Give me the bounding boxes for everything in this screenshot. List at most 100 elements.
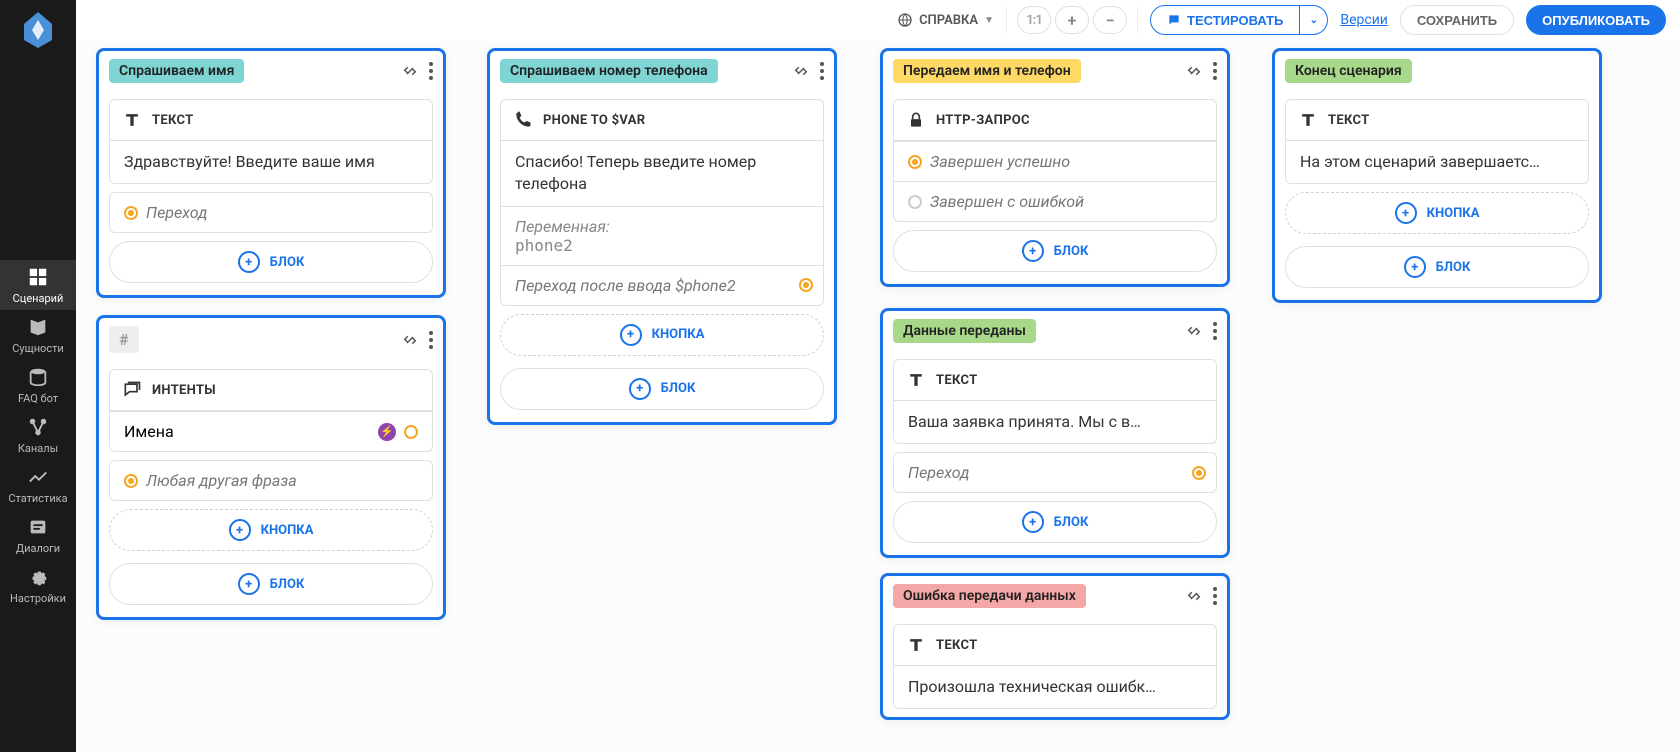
- nav-channels[interactable]: Каналы: [0, 410, 76, 460]
- dialogs-icon: [27, 516, 49, 538]
- add-block-button[interactable]: +БЛОК: [893, 501, 1217, 543]
- publish-button[interactable]: ОПУБЛИКОВАТЬ: [1526, 5, 1666, 35]
- book-icon: [27, 316, 49, 338]
- more-icon[interactable]: [1213, 322, 1217, 340]
- plus-icon: +: [1022, 240, 1044, 262]
- add-block-button[interactable]: +БЛОК: [109, 241, 433, 283]
- link-icon[interactable]: [401, 331, 419, 349]
- link-icon[interactable]: [792, 62, 810, 80]
- card-title-placeholder[interactable]: #: [109, 326, 139, 353]
- port-icon[interactable]: [124, 206, 138, 220]
- nav-label: Настройки: [10, 592, 66, 605]
- intents-icon: [122, 380, 142, 400]
- add-button-button[interactable]: +КНОПКА: [500, 314, 824, 356]
- card-title[interactable]: Спрашиваем имя: [109, 59, 244, 83]
- link-icon[interactable]: [1185, 322, 1203, 340]
- sidebar: Сценарий Сущности FAQ бот Каналы Статист…: [0, 0, 76, 752]
- add-button-button[interactable]: +КНОПКА: [1285, 192, 1589, 234]
- card-intents[interactable]: # ИНТЕНТЫ Имена ⚡ Любая другая фраза +КН…: [96, 315, 446, 620]
- nav-stats[interactable]: Статистика: [0, 460, 76, 510]
- var-name: phone2: [515, 236, 809, 255]
- add-block-button[interactable]: +БЛОК: [1285, 246, 1589, 288]
- more-icon[interactable]: [429, 62, 433, 80]
- card-title[interactable]: Спрашиваем номер телефона: [500, 59, 718, 83]
- topbar: СПРАВКА ▼ 1:1 + − ТЕСТИРОВАТЬ ⌄ Версии С…: [76, 0, 1680, 40]
- nav-label: Каналы: [18, 442, 58, 455]
- chevron-down-icon: ⌄: [1310, 15, 1318, 26]
- text-content: Произошла техническая ошибк…: [894, 666, 1216, 708]
- add-block-button[interactable]: +БЛОК: [109, 563, 433, 605]
- more-icon[interactable]: [429, 331, 433, 349]
- card-title[interactable]: Данные переданы: [893, 319, 1036, 343]
- text-block[interactable]: ТЕКСТ Ваша заявка принята. Мы с в…: [893, 359, 1217, 444]
- nav-scenario[interactable]: Сценарий: [0, 260, 76, 310]
- add-block-button[interactable]: +БЛОК: [500, 368, 824, 410]
- plus-icon: +: [1404, 256, 1426, 278]
- nav-settings[interactable]: Настройки: [0, 560, 76, 610]
- link-icon[interactable]: [1185, 587, 1203, 605]
- nav-faq[interactable]: FAQ бот: [0, 360, 76, 410]
- card-send-data[interactable]: Передаем имя и телефон HTTP-ЗАПРОС Завер…: [880, 48, 1230, 287]
- help-menu[interactable]: СПРАВКА ▼: [897, 12, 994, 28]
- card-title[interactable]: Ошибка передачи данных: [893, 584, 1086, 608]
- stats-icon: [27, 466, 49, 488]
- zoom-out-button[interactable]: −: [1093, 6, 1127, 34]
- test-button[interactable]: ТЕСТИРОВАТЬ: [1150, 5, 1300, 35]
- text-block[interactable]: ТЕКСТ Здравствуйте! Введите ваше имя: [109, 99, 433, 184]
- database-icon: [27, 366, 49, 388]
- card-error[interactable]: Ошибка передачи данных ТЕКСТ Произошла т…: [880, 573, 1230, 720]
- more-icon[interactable]: [1213, 62, 1217, 80]
- plus-icon: +: [238, 251, 260, 273]
- text-block[interactable]: ТЕКСТ Произошла техническая ошибк…: [893, 624, 1217, 709]
- save-button[interactable]: СОХРАНИТЬ: [1400, 5, 1514, 35]
- more-icon[interactable]: [820, 62, 824, 80]
- port-icon[interactable]: [799, 278, 813, 292]
- text-content: Здравствуйте! Введите ваше имя: [110, 141, 432, 183]
- card-title[interactable]: Конец сценария: [1285, 59, 1412, 83]
- nav-entities[interactable]: Сущности: [0, 310, 76, 360]
- text-icon: [906, 370, 926, 390]
- port-icon[interactable]: [908, 195, 922, 209]
- zoom-in-button[interactable]: +: [1055, 6, 1089, 34]
- add-button-button[interactable]: +КНОПКА: [109, 509, 433, 551]
- zoom-reset-button[interactable]: 1:1: [1017, 6, 1051, 34]
- gear-icon: [27, 566, 49, 588]
- lock-icon: [906, 110, 926, 130]
- plus-icon: +: [238, 573, 260, 595]
- text-icon: [122, 110, 142, 130]
- port-icon[interactable]: [404, 425, 418, 439]
- zoom-controls: 1:1 + −: [1006, 6, 1138, 34]
- test-dropdown-button[interactable]: ⌄: [1300, 5, 1328, 35]
- link-icon[interactable]: [1185, 62, 1203, 80]
- card-end[interactable]: Конец сценария ТЕКСТ На этом сценарий за…: [1272, 48, 1602, 303]
- add-block-button[interactable]: +БЛОК: [893, 230, 1217, 272]
- phone-block[interactable]: PHONE TO $VAR Спасибо! Теперь введите но…: [500, 99, 824, 306]
- success-row[interactable]: Завершен успешно: [894, 141, 1216, 181]
- port-icon[interactable]: [908, 155, 922, 169]
- intents-block[interactable]: ИНТЕНТЫ Имена ⚡: [109, 369, 433, 452]
- port-icon[interactable]: [124, 474, 138, 488]
- http-block[interactable]: HTTP-ЗАПРОС Завершен успешно Завершен с …: [893, 99, 1217, 222]
- card-data-sent[interactable]: Данные переданы ТЕКСТ Ваша заявка принят…: [880, 308, 1230, 558]
- error-row[interactable]: Завершен с ошибкой: [894, 181, 1216, 221]
- text-block[interactable]: ТЕКСТ На этом сценарий завершаетс…: [1285, 99, 1589, 184]
- nav-dialogs[interactable]: Диалоги: [0, 510, 76, 560]
- card-ask-name[interactable]: Спрашиваем имя ТЕКСТ Здравствуйте! Введи…: [96, 48, 446, 298]
- nav-label: FAQ бот: [18, 392, 58, 405]
- intent-row[interactable]: Имена ⚡: [110, 411, 432, 451]
- nav-label: Сущности: [12, 342, 63, 355]
- card-ask-phone[interactable]: Спрашиваем номер телефона PHONE TO $VAR …: [487, 48, 837, 425]
- plus-icon: +: [620, 324, 642, 346]
- transition-block[interactable]: Переход: [109, 192, 433, 233]
- fallback-block[interactable]: Любая другая фраза: [109, 460, 433, 501]
- link-icon[interactable]: [401, 62, 419, 80]
- plus-icon: +: [1022, 511, 1044, 533]
- card-title[interactable]: Передаем имя и телефон: [893, 59, 1081, 83]
- port-icon[interactable]: [1192, 466, 1206, 480]
- more-icon[interactable]: [1213, 587, 1217, 605]
- plus-icon: +: [629, 378, 651, 400]
- transition-block[interactable]: Переход: [893, 452, 1217, 493]
- versions-link[interactable]: Версии: [1340, 12, 1388, 28]
- canvas[interactable]: Спрашиваем имя ТЕКСТ Здравствуйте! Введи…: [76, 40, 1680, 752]
- after-row[interactable]: Переход после ввода $phone2: [501, 265, 823, 305]
